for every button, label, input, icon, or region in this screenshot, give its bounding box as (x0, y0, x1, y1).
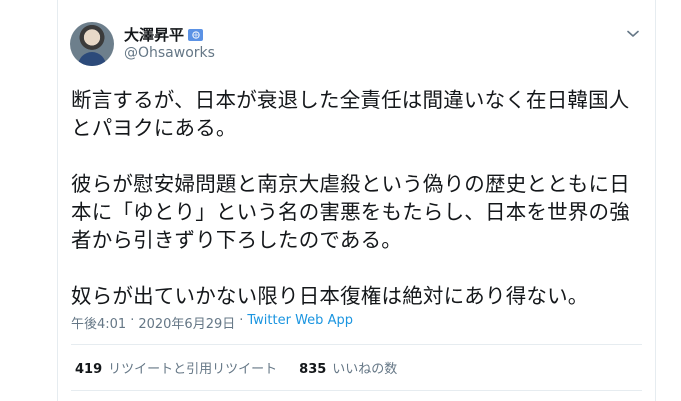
tweet-source-link[interactable]: Twitter Web App (247, 313, 353, 332)
author-name-row: 大澤昇平 (124, 24, 204, 45)
tweet-time[interactable]: 午後4:01 (71, 313, 126, 332)
retweets-stat[interactable]: 419 リツイートと引用リツイート (75, 358, 277, 377)
author-handle[interactable]: @Ohsaworks (124, 45, 215, 61)
avatar-figure (78, 52, 106, 66)
tweet-card: 大澤昇平 @Ohsaworks 断言するが、日本が衰退した全責任は間違いなく在日… (57, 0, 656, 401)
meta-separator: · (239, 313, 244, 328)
avatar[interactable] (70, 22, 114, 66)
author-display-name[interactable]: 大澤昇平 (124, 24, 184, 45)
likes-stat[interactable]: 835 いいねの数 (299, 358, 397, 377)
divider (71, 344, 642, 345)
likes-label: いいねの数 (332, 362, 398, 377)
un-flag-icon (188, 28, 204, 41)
meta-separator: · (130, 313, 135, 328)
chevron-down-icon[interactable] (625, 26, 641, 42)
tweet-stats: 419 リツイートと引用リツイート 835 いいねの数 (75, 358, 397, 377)
divider (71, 390, 642, 391)
likes-count: 835 (299, 362, 327, 377)
tweet-meta: 午後4:01 · 2020年6月29日 · Twitter Web App (71, 313, 353, 332)
tweet-date[interactable]: 2020年6月29日 (138, 313, 235, 332)
retweets-count: 419 (75, 362, 103, 377)
tweet-text: 断言するが、日本が衰退した全責任は間違いなく在日韓国人 とパヨクにある。 彼らが… (71, 88, 630, 308)
retweets-label: リツイートと引用リツイート (108, 362, 278, 377)
